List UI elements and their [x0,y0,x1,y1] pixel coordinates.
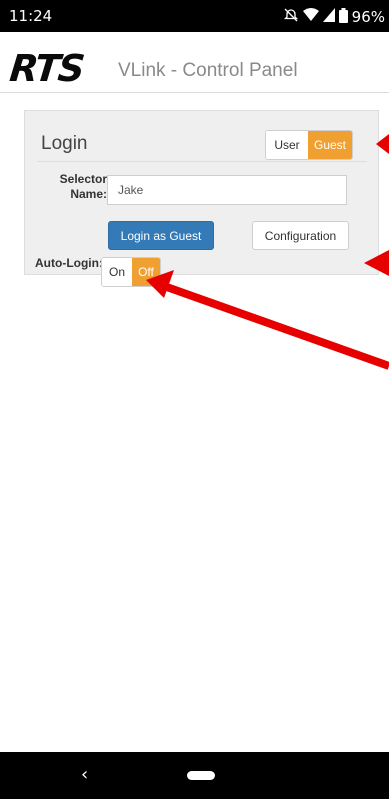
configuration-button[interactable]: Configuration [252,221,349,250]
home-pill-icon[interactable] [187,771,215,780]
battery-icon [338,7,348,27]
status-icons: 96% [283,7,385,27]
user-option[interactable]: User [266,131,308,159]
app-title: VLink - Control Panel [118,60,298,81]
selector-name-input[interactable] [107,175,347,205]
login-as-guest-button[interactable]: Login as Guest [108,221,214,250]
user-guest-toggle[interactable]: User Guest [265,130,353,160]
guest-option[interactable]: Guest [308,131,352,159]
app-header: RTS VLink - Control Panel [0,32,389,93]
auto-login-toggle[interactable]: On Off [101,257,161,287]
selector-name-label: Selector Name: [59,172,107,201]
auto-login-on-option[interactable]: On [102,258,132,286]
wifi-icon [302,8,319,26]
login-panel: Login User Guest Selector Name: Login as… [24,110,379,287]
annotation-arrow-panel [146,270,389,370]
login-title: Login [41,133,88,154]
auto-login-off-option[interactable]: Off [132,258,160,286]
header-divider [37,161,367,162]
rts-logo: RTS [7,47,85,90]
signal-icon [322,8,335,26]
android-nav-bar: ‹ [0,752,389,799]
status-bar: 11:24 96% [0,0,389,32]
status-time: 11:24 [9,7,53,25]
alarm-off-icon [283,7,299,27]
battery-percent: 96% [351,8,385,26]
auto-login-label: Auto-Login: [35,256,103,270]
back-icon[interactable]: ‹ [81,764,88,785]
